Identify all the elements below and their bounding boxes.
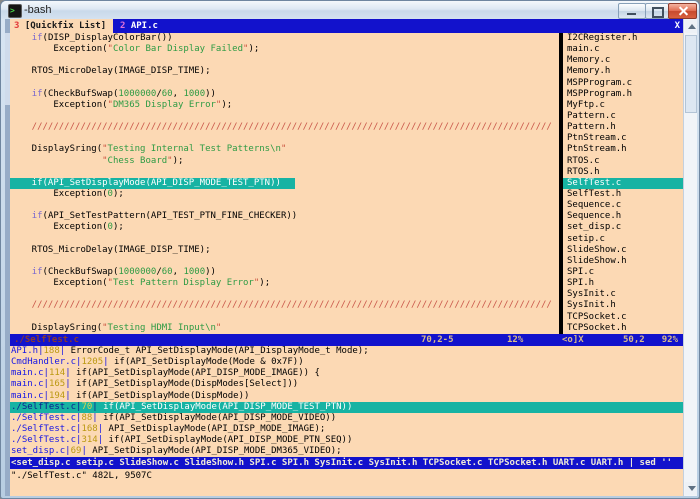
code-line[interactable]: Exception("Color Bar Display Failed"); [10,44,559,55]
file-item[interactable]: TCPSocket.c [563,312,683,323]
file-item[interactable]: MyFtp.c [563,100,683,111]
code-line[interactable]: Exception(0); [10,222,559,233]
file-item[interactable]: Memory.h [563,66,683,77]
statusline-right-position: 50,2 [623,335,645,345]
scrollbar-thumb[interactable] [685,35,697,113]
restore-icon [652,7,664,18]
code-line[interactable] [10,289,559,300]
code-line[interactable]: ////////////////////////////////////////… [10,122,559,133]
scroll-up-icon [688,24,696,29]
quickfix-row[interactable]: set_disp.c|69| API_SetDisplayMode(API_DI… [10,446,683,457]
terminal-icon: > [8,4,22,18]
minimize-button[interactable] [618,3,646,19]
code-line[interactable]: ////////////////////////////////////////… [10,300,559,311]
code-line[interactable]: Exception(0); [10,189,559,200]
code-line[interactable]: Exception("Test Pattern Display Error"); [10,278,559,289]
file-item[interactable]: Pattern.h [563,122,683,133]
file-item[interactable]: SPI.c [563,267,683,278]
file-item[interactable]: Memory.c [563,55,683,66]
quickfix-row[interactable]: ./SelfTest.c|314| if(API_SetDisplayMode(… [10,435,683,446]
scroll-down-button[interactable] [685,482,697,495]
code-window: if(DISP_DisplayColorBar()) Exception("Co… [10,33,559,335]
code-line[interactable]: DisplaySring("Testing Internal Test Patt… [10,144,559,155]
statusline-filename: ./SelfTest.c [14,335,80,345]
tabline: 3 [Quickfix List] 2 API.c X [10,19,683,33]
titlebar[interactable]: > -bash [1,1,699,19]
code-line[interactable] [10,111,559,122]
tabline-close-button[interactable]: X [675,19,680,33]
statusline-right-name: <o]X [562,335,584,345]
quickfix-window: API.h|188| ErrorCode_t API_SetDisplayMod… [10,346,683,458]
close-button[interactable] [668,3,697,19]
file-item[interactable]: SelfTest.h [563,189,683,200]
terminal-window: > -bash 3 [Quickfix List] 2 API.c X if(D… [0,0,700,499]
quickfix-row[interactable]: main.c|194| if(API_SetDisplayMode(DispMo… [10,391,683,402]
file-item[interactable]: set_disp.c [563,222,683,233]
scroll-down-icon [688,486,696,491]
code-line[interactable]: if(API_SetTestPattern(API_TEST_PTN_FINE_… [10,211,559,222]
file-item[interactable]: I2CRegister.h [563,33,683,44]
scrollbar[interactable] [683,19,697,496]
code-line[interactable]: "Chess Board"); [10,156,559,167]
statusline-right-percent: 92% [661,335,678,345]
code-line[interactable]: if(CheckBufSwap(1000000/60, 1000)) [10,89,559,100]
scroll-up-button[interactable] [685,20,697,33]
statusline[interactable]: ./SelfTest.c 70,2-5 12% <o]X 50,2 92% [10,334,683,346]
quickfix-row[interactable]: API.h|188| ErrorCode_t API_SetDisplayMod… [10,346,683,357]
file-item[interactable]: Sequence.h [563,211,683,222]
message-line: "./SelfTest.c" 482L, 9507C [11,471,152,481]
file-item[interactable]: RTOS.h [563,167,683,178]
code-line[interactable]: RTOS_MicroDelay(IMAGE_DISP_TIME); [10,245,559,256]
quickfix-row[interactable]: ./SelfTest.c|168| API_SetDisplayMode(API… [10,424,683,435]
code-line[interactable] [10,167,559,178]
minimize-icon [627,13,636,15]
code-line[interactable] [10,234,559,245]
quickfix-row[interactable]: ./SelfTest.c|88| if(API_SetDisplayMode(A… [10,413,683,424]
code-line[interactable]: if(CheckBufSwap(1000000/60, 1000)) [10,267,559,278]
file-item[interactable]: PtnStream.h [563,144,683,155]
code-line[interactable] [10,55,559,66]
code-line[interactable] [10,256,559,267]
code-line[interactable]: Exception("DM365 Display Error"); [10,100,559,111]
code-line[interactable]: if(DISP_DisplayColorBar()) [10,33,559,44]
file-panel: I2CRegister.h main.c Memory.c Memory.h MSPPr… [563,33,683,335]
window-title: -bash [24,4,52,16]
restore-button[interactable] [645,3,669,19]
statusline-scroll-percent: 12% [507,335,524,345]
tabline-fill: 2 API.c X [113,19,683,33]
file-item[interactable]: SlideShow.h [563,256,683,267]
file-item[interactable]: MSPProgram.c [563,78,683,89]
code-line[interactable]: if(API_SetDisplayMode(API_DISP_MODE_TEST… [10,177,559,189]
quickfix-row[interactable]: main.c|165| if(API_SetDisplayMode(DispMo… [10,379,683,390]
file-item[interactable]: RTOS.c [563,156,683,167]
file-item[interactable]: Pattern.c [563,111,683,122]
code-line[interactable] [10,133,559,144]
code-line[interactable] [10,200,559,211]
file-item[interactable]: main.c [563,44,683,55]
file-item[interactable]: SysInit.h [563,300,683,311]
tab-api-c[interactable]: 2 API.c [120,19,158,33]
code-line[interactable] [10,312,559,323]
quickfix-row[interactable]: CmdHandler.c|1205| if(API_SetDisplayMode… [10,357,683,368]
quickfix-row[interactable]: ./SelfTest.c|70| if(API_SetDisplayMode(A… [10,401,683,413]
file-item[interactable]: MSPProgram.h [563,89,683,100]
code-line[interactable] [10,78,559,89]
code-line[interactable]: DisplaySring("Testing HDMI Input\n" [10,323,559,334]
file-item[interactable]: SlideShow.c [563,245,683,256]
terminal-content: 3 [Quickfix List] 2 API.c X if(DISP_Disp… [5,19,697,496]
statusline-cursor-position: 70,2-5 [421,335,454,345]
file-item[interactable]: setip.c [563,234,683,245]
close-icon [677,6,688,17]
command-bar[interactable]: <set_disp.c setip.c SlideShow.c SlideSho… [10,457,683,469]
file-item[interactable]: PtnStream.c [563,133,683,144]
tab-quickfix-list[interactable]: 3 [Quickfix List] [14,19,112,33]
file-item[interactable]: SelfTest.c [563,177,683,189]
file-item[interactable]: SysInit.c [563,289,683,300]
quickfix-row[interactable]: main.c|114| if(API_SetDisplayMode(API_DI… [10,368,683,379]
file-item[interactable]: SPI.h [563,278,683,289]
file-item[interactable]: TCPSocket.h [563,323,683,334]
code-line[interactable]: RTOS_MicroDelay(IMAGE_DISP_TIME); [10,66,559,77]
file-item[interactable]: Sequence.c [563,200,683,211]
